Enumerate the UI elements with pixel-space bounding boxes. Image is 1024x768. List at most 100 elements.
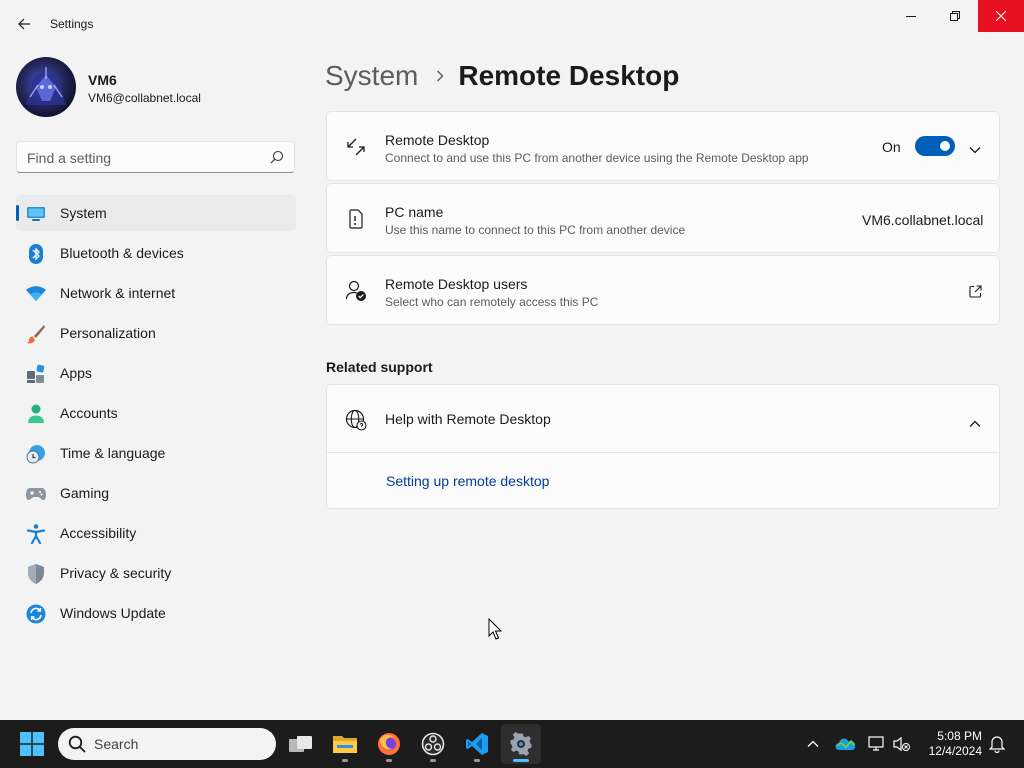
clock-date: 12/4/2024 xyxy=(928,744,982,758)
firefox-button[interactable] xyxy=(369,724,409,764)
sidebar-item-privacy[interactable]: Privacy & security xyxy=(16,555,296,591)
windows-logo-icon xyxy=(20,732,44,756)
sidebar-item-windows-update[interactable]: Windows Update xyxy=(16,595,296,631)
running-indicator xyxy=(342,759,348,762)
avatar[interactable] xyxy=(16,57,76,117)
running-indicator xyxy=(430,759,436,762)
system-icon xyxy=(26,204,46,224)
breadcrumb: System Remote Desktop xyxy=(325,58,679,94)
minimize-button[interactable] xyxy=(888,0,934,32)
running-indicator xyxy=(474,759,480,762)
start-button[interactable] xyxy=(20,732,44,756)
card-title: Help with Remote Desktop xyxy=(385,411,551,427)
apps-icon xyxy=(26,364,46,384)
sidebar-item-label: System xyxy=(60,205,107,221)
sidebar-item-label: Network & internet xyxy=(60,285,176,301)
help-expander-header[interactable]: Help with Remote Desktop xyxy=(327,385,999,452)
restore-icon xyxy=(950,11,960,21)
search-icon[interactable] xyxy=(270,150,286,166)
obs-studio-button[interactable] xyxy=(413,724,453,764)
close-icon xyxy=(996,11,1006,21)
sidebar-item-label: Gaming xyxy=(60,485,110,501)
system-clock[interactable]: 5:08 PM 12/4/2024 xyxy=(920,729,982,759)
close-button[interactable] xyxy=(978,0,1024,32)
shield-icon xyxy=(26,564,46,584)
card-subtitle: Select who can remotely access this PC xyxy=(385,295,599,309)
sidebar-item-label: Time & language xyxy=(60,445,166,461)
profile-email: VM6@collabnet.local xyxy=(88,91,201,105)
setting-up-remote-desktop-link[interactable]: Setting up remote desktop xyxy=(386,473,549,489)
toggle-state-label: On xyxy=(882,139,901,155)
sidebar-item-accounts[interactable]: Accounts xyxy=(16,395,296,431)
back-arrow-icon xyxy=(18,18,30,30)
back-button[interactable] xyxy=(12,12,36,36)
sidebar-item-system[interactable]: System xyxy=(16,195,296,231)
search-input[interactable] xyxy=(27,148,257,168)
firefox-icon xyxy=(378,733,400,755)
network-icon[interactable] xyxy=(867,734,887,754)
remote-desktop-toggle[interactable] xyxy=(915,136,955,156)
remote-desktop-users-card[interactable]: Remote Desktop users Select who can remo… xyxy=(326,255,1000,325)
find-setting-search[interactable] xyxy=(16,141,295,173)
taskbar: Search 5:08 PM 12/4/2024 xyxy=(0,720,1024,768)
update-icon xyxy=(26,604,46,624)
sidebar-item-label: Personalization xyxy=(60,325,156,341)
gamepad-icon xyxy=(26,484,46,504)
page-title: Remote Desktop xyxy=(458,60,680,91)
person-icon xyxy=(26,404,46,424)
task-view-icon xyxy=(289,736,312,752)
pc-name-value: VM6.collabnet.local xyxy=(862,212,984,228)
sidebar-nav: System Bluetooth & devices Network & int… xyxy=(16,195,296,635)
task-view-button[interactable] xyxy=(281,724,321,764)
sidebar-item-personalization[interactable]: Personalization xyxy=(16,315,296,351)
chevron-up-icon[interactable] xyxy=(969,415,981,433)
vscode-button[interactable] xyxy=(457,724,497,764)
running-indicator xyxy=(386,759,392,762)
folder-icon xyxy=(333,736,357,753)
settings-taskbar-button[interactable] xyxy=(501,724,541,764)
open-external-icon[interactable] xyxy=(969,285,982,303)
chevron-down-icon[interactable] xyxy=(969,141,981,159)
sidebar-item-label: Accessibility xyxy=(60,525,137,541)
card-title: Remote Desktop xyxy=(385,132,490,148)
taskbar-search[interactable]: Search xyxy=(58,728,276,760)
mouse-cursor-icon xyxy=(488,618,502,640)
minimize-icon xyxy=(906,16,916,17)
card-subtitle: Use this name to connect to this PC from… xyxy=(385,223,686,237)
sidebar-item-label: Bluetooth & devices xyxy=(60,245,184,261)
search-icon xyxy=(68,735,86,758)
sidebar-item-bluetooth[interactable]: Bluetooth & devices xyxy=(16,235,296,271)
volume-muted-icon[interactable] xyxy=(892,734,912,754)
remote-desktop-card[interactable]: Remote Desktop Connect to and use this P… xyxy=(326,111,1000,181)
sidebar-item-accessibility[interactable]: Accessibility xyxy=(16,515,296,551)
pc-name-card: PC name Use this name to connect to this… xyxy=(326,183,1000,253)
title-bar: Settings xyxy=(0,0,1024,48)
avatar-image xyxy=(26,67,66,105)
help-remote-desktop-card: Help with Remote Desktop Setting up remo… xyxy=(326,384,1000,509)
remote-desktop-icon xyxy=(345,136,367,158)
notification-bell-icon[interactable] xyxy=(987,734,1007,754)
pc-tower-icon xyxy=(345,208,367,230)
file-explorer-button[interactable] xyxy=(325,724,365,764)
divider xyxy=(327,452,999,453)
taskbar-search-label: Search xyxy=(94,736,139,752)
sidebar-item-label: Apps xyxy=(60,365,92,381)
sidebar-item-gaming[interactable]: Gaming xyxy=(16,475,296,511)
user-check-icon xyxy=(345,280,367,302)
restore-button[interactable] xyxy=(932,0,978,32)
sidebar-item-label: Windows Update xyxy=(60,605,166,621)
sidebar-item-time-language[interactable]: Time & language xyxy=(16,435,296,471)
active-indicator xyxy=(513,759,529,762)
chevron-up-icon[interactable] xyxy=(803,734,823,754)
related-support-heading: Related support xyxy=(326,359,433,375)
card-title: PC name xyxy=(385,204,444,220)
card-title: Remote Desktop users xyxy=(385,276,528,292)
sidebar-item-label: Accounts xyxy=(60,405,118,421)
clock-globe-icon xyxy=(26,444,46,464)
onedrive-icon[interactable] xyxy=(835,734,855,754)
app-title: Settings xyxy=(50,17,94,31)
sidebar-item-network[interactable]: Network & internet xyxy=(16,275,296,311)
sidebar-item-apps[interactable]: Apps xyxy=(16,355,296,391)
vscode-icon xyxy=(466,733,488,755)
breadcrumb-parent[interactable]: System xyxy=(325,60,418,92)
